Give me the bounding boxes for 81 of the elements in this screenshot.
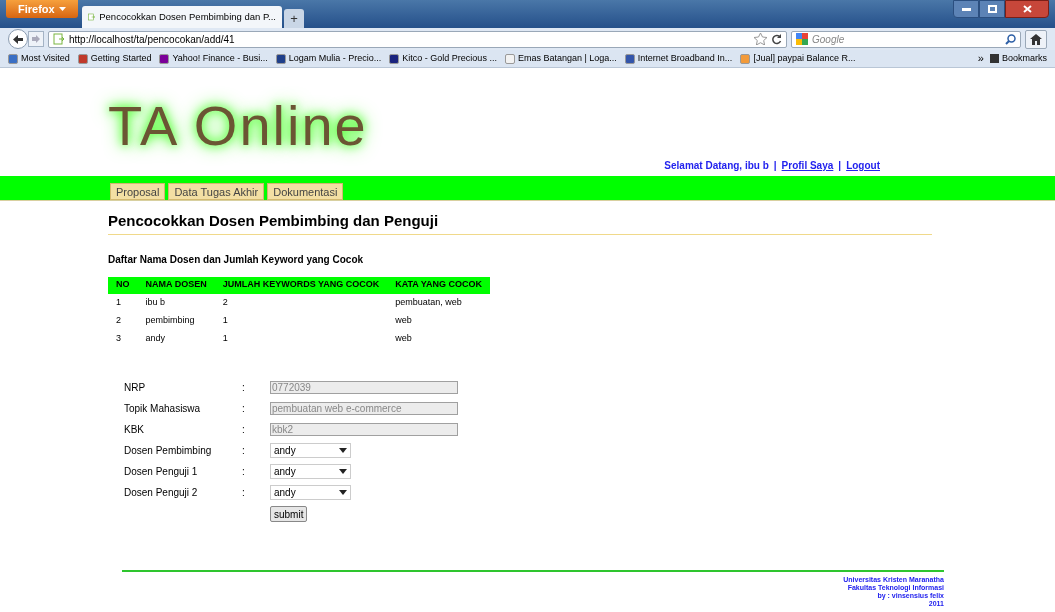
field-label: NRP	[124, 380, 147, 395]
table-cell-text: andy	[144, 331, 167, 345]
bookmark-item[interactable]: Yahoo! Finance - Busi...	[159, 51, 268, 66]
welcome-text: Selamat Datang, ibu b	[664, 159, 769, 173]
search-engine-icon	[796, 33, 808, 45]
caret-icon	[339, 447, 347, 453]
menu-tab[interactable]: Data Tugas Akhir	[168, 183, 265, 200]
url-text: http://localhost/ta/pencocokan/add/41	[69, 32, 236, 47]
column-header: NAMA DOSEN	[137, 276, 215, 294]
header-link[interactable]: Profil Saya	[781, 158, 834, 173]
search-icon[interactable]	[1005, 33, 1016, 45]
separator: :	[242, 380, 246, 395]
bookmark-item[interactable]: Logam Mulia - Precio...	[275, 51, 382, 66]
new-tab-button[interactable]: +	[284, 9, 304, 28]
bookmark-item[interactable]: Kitco - Gold Precious ...	[389, 51, 497, 66]
field-label: Dosen Pembimbing	[124, 443, 213, 458]
bookmark-item[interactable]: Getting Started	[77, 51, 152, 66]
forward-arrow-icon	[32, 35, 40, 43]
column-header: NO	[108, 276, 138, 294]
close-button[interactable]	[1005, 0, 1049, 18]
separator: :	[242, 485, 246, 500]
search-placeholder: Google	[812, 32, 846, 47]
star-icon[interactable]	[754, 33, 767, 45]
caret-icon	[58, 7, 66, 11]
table-cell-text: 1	[221, 313, 229, 327]
table-cell: 2	[214, 293, 388, 312]
field-label: Topik Mahasiswa	[124, 401, 202, 416]
select-field[interactable]: andy	[270, 463, 351, 479]
table-cell: ibu b	[137, 293, 215, 312]
home-button[interactable]	[1025, 29, 1047, 49]
home-icon	[1030, 33, 1042, 45]
menu-tab[interactable]: Dokumentasi	[267, 183, 344, 200]
table-cell-text: pembimbing	[144, 313, 196, 327]
table-caption: Daftar Nama Dosen dan Jumlah Keyword yang Cocok	[108, 252, 365, 267]
header-link[interactable]: Logout	[846, 158, 880, 173]
separator: :	[242, 401, 246, 416]
table-cell: 1	[108, 293, 138, 312]
back-arrow-icon	[13, 34, 23, 44]
table-cell-text: web	[394, 331, 413, 345]
separator: |	[838, 159, 842, 173]
bookmark-item[interactable]: Internet Broadband In...	[624, 51, 733, 66]
bookmarks-overflow[interactable]: »	[977, 50, 984, 67]
separator: :	[242, 422, 246, 437]
page-title: Pencocokkan Dosen Pembimbing dan Penguji	[108, 210, 932, 235]
minimize-button[interactable]	[953, 0, 979, 18]
table-cell-text: 3	[115, 331, 122, 345]
bookmark-item[interactable]: Most Visited	[8, 51, 70, 66]
bookmark-item[interactable]: [Jual] paypai Balance R...	[740, 51, 856, 66]
caret-icon	[339, 468, 347, 474]
submit-button[interactable]: submit	[270, 505, 308, 522]
minimize-icon	[961, 7, 971, 11]
separator: :	[242, 443, 246, 458]
bookmarks-menu[interactable]: Bookmarks	[990, 51, 1047, 66]
separator: :	[242, 464, 246, 479]
select-field[interactable]: andy	[270, 484, 351, 500]
table-cell-text: web	[394, 313, 413, 327]
field-label: Dosen Penguji 1	[124, 464, 199, 479]
address-field[interactable]: http://localhost/ta/pencocokan/add/41	[48, 30, 787, 48]
reload-icon[interactable]	[771, 33, 782, 45]
bookmark-item[interactable]: Emas Batangan | Loga...	[504, 51, 617, 66]
search-field[interactable]: Google	[791, 30, 1021, 48]
column-header: KATA YANG COCOK	[387, 276, 491, 294]
field-label: KBK	[124, 422, 145, 437]
table-cell: pembuatan, web	[387, 293, 491, 312]
browser-tab[interactable]: Pencocokkan Dosen Pembimbing dan P...	[82, 6, 282, 28]
close-icon	[1022, 5, 1032, 13]
site-logo: TA Online	[108, 98, 368, 154]
restore-icon	[987, 5, 997, 13]
select-field[interactable]: andy	[270, 442, 351, 458]
page-icon	[88, 11, 96, 23]
table-cell-text: 1	[221, 331, 229, 345]
menu-tab[interactable]: Proposal	[110, 183, 166, 200]
caret-icon	[339, 489, 347, 495]
table-cell-text: 2	[115, 313, 122, 327]
tab-title: Pencocokkan Dosen Pembimbing dan P...	[99, 9, 276, 24]
back-button[interactable]	[8, 29, 28, 49]
restore-button[interactable]	[979, 0, 1005, 18]
separator: |	[773, 159, 777, 173]
field-label: Dosen Penguji 2	[124, 485, 199, 500]
column-header: JUMLAH KEYWORDS YANG COCOK	[214, 276, 388, 294]
page-icon	[53, 33, 65, 45]
